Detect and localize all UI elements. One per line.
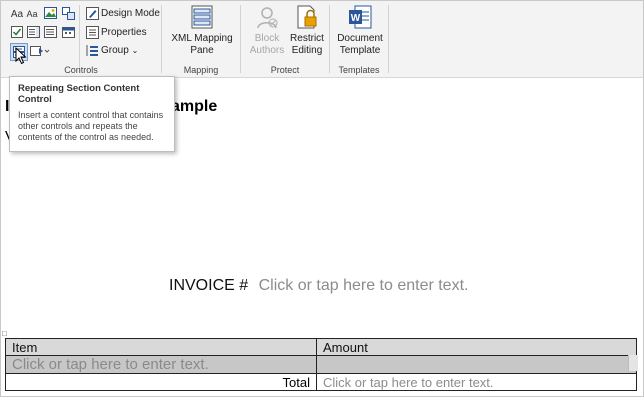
svg-text:W: W xyxy=(351,13,361,24)
tooltip-title: Repeating Section Content Control xyxy=(18,83,140,105)
invoice-label: INVOICE # xyxy=(169,277,249,294)
picture-control-icon[interactable] xyxy=(43,6,57,20)
dropdown-list-control-icon[interactable] xyxy=(43,25,57,39)
repeating-section-tooltip: Repeating Section Content Control Insert… xyxy=(9,76,175,152)
table-header-row: Item Amount xyxy=(5,338,637,356)
repeating-section-row[interactable]: Click or tap here to enter text. xyxy=(5,355,637,374)
combo-box-control-icon[interactable] xyxy=(26,25,40,39)
block-authors-icon xyxy=(257,7,278,29)
invoice-number-content-control[interactable]: Click or tap here to enter text. xyxy=(259,277,469,294)
templates-group: W Document Template Templates xyxy=(330,1,388,77)
xml-mapping-pane-button[interactable]: XML Mapping Pane xyxy=(170,5,234,57)
repeating-section-handle[interactable] xyxy=(628,355,638,371)
protect-group-label: Protect xyxy=(270,65,300,75)
group-label: Group xyxy=(101,45,129,56)
group-icon[interactable] xyxy=(85,43,99,57)
controls-group: Aa Aa Design Mode Properties Group ⌄ Con… xyxy=(1,1,161,77)
xml-mapping-icon xyxy=(191,5,213,29)
amount-cell[interactable] xyxy=(316,355,637,374)
word-window: Aa Aa Design Mode Properties Group ⌄ Con… xyxy=(0,0,644,397)
block-authors-button[interactable]: Block Authors xyxy=(247,5,287,57)
rich-text-control-icon[interactable]: Aa xyxy=(10,7,24,21)
restrict-editing-button[interactable]: Restrict Editing xyxy=(287,5,327,57)
total-content-control[interactable]: Click or tap here to enter text. xyxy=(316,373,637,391)
lock-document-icon xyxy=(297,5,317,29)
legacy-tools-icon[interactable] xyxy=(30,44,50,58)
design-mode-button[interactable]: Design Mode xyxy=(101,8,160,19)
item-header: Item xyxy=(5,338,317,356)
total-label: Total xyxy=(5,373,317,391)
document-template-button[interactable]: W Document Template xyxy=(334,5,386,57)
document-template-label: Document Template xyxy=(337,33,383,56)
controls-group-label: Controls xyxy=(64,65,98,75)
plain-text-control-icon[interactable]: Aa xyxy=(25,7,39,21)
templates-group-label: Templates xyxy=(338,65,380,75)
chevron-down-icon: ⌄ xyxy=(131,46,139,55)
properties-button[interactable]: Properties xyxy=(101,27,147,38)
design-mode-icon[interactable] xyxy=(85,6,99,20)
mapping-group: XML Mapping Pane Mapping xyxy=(162,1,240,77)
checkbox-control-icon[interactable] xyxy=(10,25,24,39)
document-heading: ample xyxy=(171,98,218,115)
word-document-icon: W xyxy=(349,5,372,29)
invoice-table: Item Amount Click or tap here to enter t… xyxy=(5,338,637,391)
date-picker-control-icon[interactable] xyxy=(61,25,75,39)
ribbon: Aa Aa Design Mode Properties Group ⌄ Con… xyxy=(1,1,643,78)
mouse-pointer-icon xyxy=(15,47,27,65)
ribbon-divider xyxy=(388,5,389,73)
group-button[interactable]: Group ⌄ xyxy=(101,45,138,56)
invoice-number-row: INVOICE # Click or tap here to enter tex… xyxy=(169,277,468,295)
properties-icon[interactable] xyxy=(85,25,99,39)
protect-group: Block Authors Restrict Editing Protect xyxy=(241,1,329,77)
table-anchor-icon[interactable]: □ xyxy=(2,329,7,338)
total-row: Total Click or tap here to enter text. xyxy=(5,373,637,391)
block-authors-label: Block Authors xyxy=(249,33,285,56)
tooltip-body: Insert a content control that contains o… xyxy=(18,110,164,142)
xml-mapping-pane-label: XML Mapping Pane xyxy=(171,33,233,56)
mapping-group-label: Mapping xyxy=(183,65,219,75)
item-content-control[interactable]: Click or tap here to enter text. xyxy=(5,355,317,374)
restrict-editing-label: Restrict Editing xyxy=(290,33,324,56)
amount-header: Amount xyxy=(316,338,637,356)
building-block-control-icon[interactable] xyxy=(61,6,75,20)
controls-divider xyxy=(79,5,80,73)
